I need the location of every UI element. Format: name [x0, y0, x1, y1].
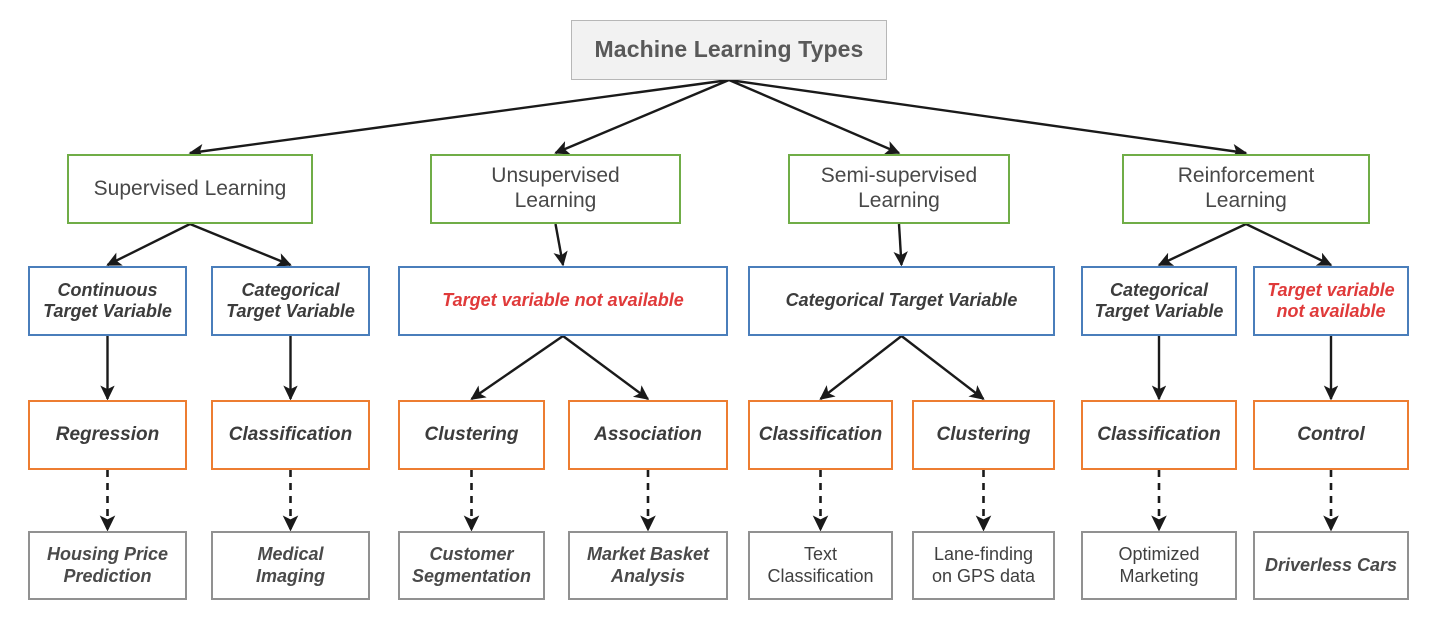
- node-label-semi-cat: Categorical Target Variable: [785, 290, 1018, 311]
- node-lane-finding: Lane-finding on GPS data: [912, 531, 1055, 600]
- node-label-lane-finding: Lane-finding on GPS data: [931, 544, 1036, 586]
- node-reinforcement: Reinforcement Learning: [1122, 154, 1370, 224]
- node-sup-cont: Continuous Target Variable: [28, 266, 187, 336]
- node-clustering-u: Clustering: [398, 400, 545, 470]
- node-sup-cat: Categorical Target Variable: [211, 266, 370, 336]
- node-label-supervised: Supervised Learning: [93, 176, 287, 200]
- node-sup-classif: Classification: [211, 400, 370, 470]
- node-supervised: Supervised Learning: [67, 154, 313, 224]
- edge-unsup-none-to-clustering-u: [470, 335, 564, 400]
- node-label-control: Control: [1297, 423, 1365, 445]
- node-semi-cluster: Clustering: [912, 400, 1055, 470]
- node-semisupervised: Semi-supervised Learning: [788, 154, 1010, 224]
- node-market-basket: Market Basket Analysis: [568, 531, 728, 600]
- node-association: Association: [568, 400, 728, 470]
- edge-supervised-to-sup-cat: [189, 222, 292, 267]
- node-label-rl-cat: Categorical Target Variable: [1094, 279, 1224, 321]
- node-label-reinforcement: Reinforcement Learning: [1177, 164, 1315, 212]
- edge-root-to-reinforcement: [728, 78, 1248, 159]
- edge-unsup-none-to-association: [562, 335, 650, 400]
- node-label-sup-classif: Classification: [228, 423, 353, 445]
- edge-reinforcement-to-rl-cat: [1157, 222, 1247, 267]
- edge-unsupervised-to-unsup-none: [553, 223, 568, 267]
- node-label-sup-cont: Continuous Target Variable: [43, 279, 172, 321]
- node-label-customer-seg: Customer Segmentation: [411, 544, 531, 586]
- edge-semi-cat-to-semi-cluster: [900, 335, 985, 400]
- node-semi-cat: Categorical Target Variable: [748, 266, 1055, 336]
- node-semi-classif: Classification: [748, 400, 893, 470]
- edge-root-to-unsupervised: [554, 78, 730, 155]
- node-label-regression: Regression: [55, 423, 160, 445]
- node-regression: Regression: [28, 400, 187, 470]
- node-label-semisupervised: Semi-supervised Learning: [820, 164, 978, 212]
- node-label-sup-cat: Categorical Target Variable: [226, 279, 355, 321]
- node-label-unsupervised: Unsupervised Learning: [491, 164, 620, 212]
- node-label-medical: Medical Imaging: [255, 544, 325, 586]
- node-text-classif: Text Classification: [748, 531, 893, 600]
- node-label-optimized-mkt: Optimized Marketing: [1118, 544, 1200, 586]
- node-housing: Housing Price Prediction: [28, 531, 187, 600]
- node-root: Machine Learning Types: [571, 20, 887, 80]
- node-label-clustering-u: Clustering: [424, 423, 519, 445]
- edge-semisupervised-to-semi-cat: [893, 223, 908, 267]
- edge-root-to-semisupervised: [728, 78, 901, 155]
- node-label-root: Machine Learning Types: [594, 36, 864, 63]
- node-rl-classif: Classification: [1081, 400, 1237, 470]
- node-rl-cat: Categorical Target Variable: [1081, 266, 1237, 336]
- node-unsupervised: Unsupervised Learning: [430, 154, 681, 224]
- node-unsup-none: Target variable not available: [398, 266, 728, 336]
- edge-semi-cat-to-semi-classif: [819, 335, 903, 400]
- node-driverless: Driverless Cars: [1253, 531, 1409, 600]
- node-label-housing: Housing Price Prediction: [46, 544, 169, 586]
- node-label-market-basket: Market Basket Analysis: [586, 544, 710, 586]
- node-control: Control: [1253, 400, 1409, 470]
- node-label-association: Association: [594, 423, 702, 445]
- edge-root-to-supervised: [188, 78, 730, 159]
- node-label-semi-classif: Classification: [758, 423, 883, 445]
- node-rl-none: Target variable not available: [1253, 266, 1409, 336]
- node-label-driverless: Driverless Cars: [1264, 554, 1398, 575]
- edge-reinforcement-to-rl-none: [1245, 222, 1333, 267]
- node-optimized-mkt: Optimized Marketing: [1081, 531, 1237, 600]
- node-label-rl-classif: Classification: [1097, 423, 1221, 445]
- node-customer-seg: Customer Segmentation: [398, 531, 545, 600]
- node-label-rl-none: Target variable not available: [1267, 279, 1395, 321]
- edge-supervised-to-sup-cont: [106, 222, 191, 267]
- node-label-unsup-none: Target variable not available: [442, 290, 684, 311]
- ml-types-diagram: Machine Learning Types Supervised Learnin…: [0, 0, 1449, 632]
- node-medical: Medical Imaging: [211, 531, 370, 600]
- node-label-text-classif: Text Classification: [767, 544, 874, 586]
- node-label-semi-cluster: Clustering: [936, 423, 1031, 445]
